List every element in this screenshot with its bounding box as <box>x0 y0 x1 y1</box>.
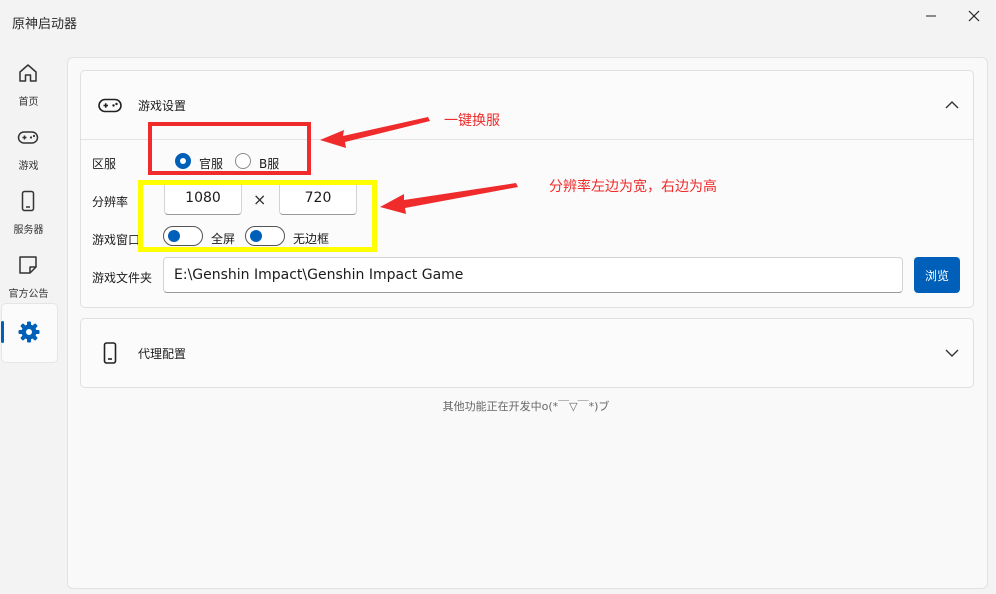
gamepad-icon <box>98 98 122 113</box>
sidebar-item-home[interactable]: 首页 <box>1 50 56 108</box>
sidebar-item-settings[interactable] <box>1 303 58 363</box>
window-mode-label: 游戏窗口 <box>92 233 141 247</box>
sticky-note-icon <box>19 256 37 274</box>
annotation-server-switch: 一键换服 <box>444 113 500 129</box>
title-bar: 原神启动器 <box>0 0 996 44</box>
close-icon <box>968 10 980 22</box>
home-icon <box>19 64 37 82</box>
proxy-settings-card[interactable]: 代理配置 <box>80 318 974 388</box>
annotation-resolution-hint: 分辨率左边为宽，右边为高 <box>549 179 717 195</box>
sidebar-item-label: 服务器 <box>13 225 44 236</box>
phone-icon <box>103 342 117 364</box>
sidebar-item-server[interactable]: 服务器 <box>1 178 56 236</box>
sidebar-item-label: 官方公告 <box>8 289 49 300</box>
gear-icon <box>18 321 40 343</box>
minimize-icon <box>926 15 936 17</box>
development-note: 其他功能正在开发中o(*￣▽￣*)ブ <box>442 400 610 413</box>
resolution-highlight-box <box>138 180 377 252</box>
chevron-up-icon[interactable] <box>945 98 959 112</box>
sidebar-item-label: 首页 <box>18 97 39 108</box>
minimize-button[interactable] <box>911 4 951 28</box>
sidebar: 首页 游戏 服务器 官方公告 <box>0 44 58 594</box>
resolution-label: 分辨率 <box>92 195 129 209</box>
gamepad-icon <box>17 131 39 144</box>
server-highlight-box <box>148 122 311 175</box>
sidebar-item-announcements[interactable]: 官方公告 <box>1 242 56 300</box>
chevron-down-icon[interactable] <box>945 346 959 360</box>
game-folder-input[interactable]: E:\Genshin Impact\Genshin Impact Game <box>163 257 903 293</box>
close-button[interactable] <box>954 4 994 28</box>
sidebar-item-game[interactable]: 游戏 <box>1 114 56 172</box>
game-settings-title: 游戏设置 <box>138 99 187 113</box>
proxy-settings-title: 代理配置 <box>138 347 187 361</box>
game-folder-label: 游戏文件夹 <box>92 271 153 285</box>
app-title: 原神启动器 <box>12 17 78 32</box>
proxy-settings-header[interactable]: 代理配置 <box>81 319 973 387</box>
phone-icon <box>21 190 35 212</box>
sidebar-item-label: 游戏 <box>18 161 39 172</box>
server-label: 区服 <box>92 157 117 171</box>
active-indicator <box>1 321 4 343</box>
browse-button[interactable]: 浏览 <box>914 257 960 293</box>
